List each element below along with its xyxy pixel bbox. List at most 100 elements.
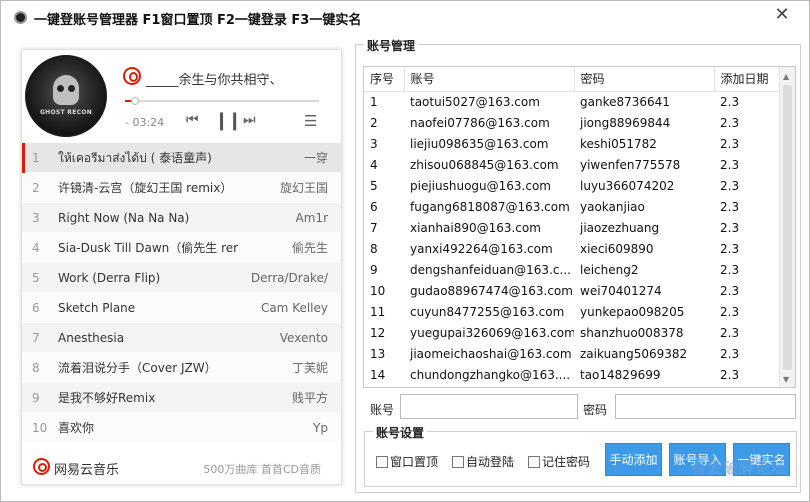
row-date: 2.3 [720,325,740,340]
table-row[interactable]: 12 yuegupai326069@163.com shanzhuo008378 2.… [364,322,780,343]
playlist-item[interactable]: 6 Sketch Plane Cam Kelley [22,293,341,323]
account-table-container: 序号 账号 密码 添加日期 1 taotui5027@163.com ganke87… [363,66,796,388]
checkbox-auto-login[interactable]: 自动登陆 [452,453,514,470]
account-input[interactable] [400,394,578,419]
row-account: zhisou068845@163.com [410,157,559,172]
progress-bar[interactable] [125,97,319,105]
playlist-item-artist: Vexento [279,331,328,345]
row-date: 2.3 [720,283,740,298]
row-date: 2.3 [720,262,740,277]
progress-knob[interactable] [130,97,139,105]
column-header-index[interactable]: 序号 [364,67,405,92]
row-account: taotui5027@163.com [410,94,540,109]
table-row[interactable]: 3 liejiu098635@163.com keshi051782 2.3 [364,133,780,154]
pause-icon[interactable]: ❙❙ [214,110,242,131]
row-date: 2.3 [720,94,740,109]
time-display: - 03:24 [125,116,165,129]
playlist-item-number: 7 [32,331,40,345]
table-row[interactable]: 11 cuyun8477255@163.com yunkepao098205 2.3 [364,301,780,322]
playlist-item[interactable]: 10 喜欢你 Yp [22,413,341,443]
playlist-item-title: Work (Derra Flip) [58,271,161,285]
playlist-item-artist: 丁芙妮 [291,361,328,375]
playlist-item[interactable]: 5 Work (Derra Flip) Derra/Drake/ [22,263,341,293]
album-cover: GHOST RECON [25,55,107,137]
table-row[interactable]: 13 jiaomeichaoshai@163.com zaikuang5069382… [364,343,780,364]
row-account: yuegupai326069@163.com [410,325,574,340]
table-row[interactable]: 7 xianhai890@163.com jiaozezhuang 2.3 [364,217,780,238]
prev-track-icon[interactable]: ⏮ [186,112,199,128]
playlist-item[interactable]: 7 Anesthesia Vexento [22,323,341,353]
playlist-item-artist: Derra/Drake/ [250,271,328,285]
row-index: 7 [370,220,378,235]
table-row[interactable]: 14 chundongzhangko@163.... tao14829699 2.3 [364,364,780,385]
table-row[interactable]: 5 piejiushuogu@163.com luyu366074202 2.3 [364,175,780,196]
brand-name[interactable]: 网易云音乐 [54,459,119,478]
next-track-icon[interactable]: ⏭ [243,112,256,128]
scroll-down-icon[interactable]: ▼ [783,375,789,384]
row-date: 2.3 [720,367,740,382]
app-window: 一键登账号管理器 F1窗口置顶 F2一键登录 F3一键实名 ✕ GHOST RE… [0,0,810,502]
playlist-item-number: 5 [32,271,40,285]
title-bar: 一键登账号管理器 F1窗口置顶 F2一键登录 F3一键实名 ✕ [1,1,809,31]
row-account: yanxi492264@163.com [410,241,553,256]
row-account: piejiushuogu@163.com [410,178,551,193]
playlist-item[interactable]: 9 是我不够好Remix 贱平方 [22,383,341,413]
song-title: _____余生与你共相守、 [146,73,283,88]
table-row[interactable]: 1 taotui5027@163.com ganke8736641 2.3 [364,91,780,112]
playlist-item-number: 4 [32,241,40,255]
row-index: 10 [370,283,386,298]
row-index: 2 [370,115,378,130]
row-password: wei70401274 [580,283,662,298]
table-scrollbar[interactable]: ▲ ▼ [779,67,795,387]
playlist-item-number: 3 [32,211,40,225]
scroll-thumb[interactable] [783,85,792,370]
table-row[interactable]: 4 zhisou068845@163.com yiwenfen775578 2.3 [364,154,780,175]
playlist-item-number: 1 [32,151,40,165]
row-account: liejiu098635@163.com [410,136,549,151]
row-date: 2.3 [720,304,740,319]
playlist-item[interactable]: 8 流着泪说分手（Cover JZW） 丁芙妮 [22,353,341,383]
playlist: 1 ให้เคอรีมาส่งได้บ่ ( 泰语童声) 一穿 2 许镜清-云宫（旋幻王… [22,143,341,443]
playlist-item[interactable]: 3 Right Now (Na Na Na) Am1r [22,203,341,233]
checkbox-box[interactable] [528,456,540,468]
column-header-account[interactable]: 账号 [404,67,575,92]
row-date: 2.3 [720,220,740,235]
row-date: 2.3 [720,157,740,172]
column-header-password[interactable]: 密码 [574,67,715,92]
row-account: xianhai890@163.com [410,220,541,235]
scroll-up-icon[interactable]: ▲ [783,72,789,81]
table-header-row: 序号 账号 密码 添加日期 [364,67,781,92]
playlist-icon[interactable]: ☰ [304,112,317,130]
checkbox-window-top[interactable]: 窗口置顶 [376,453,438,470]
playlist-item-artist: 偷先生 [291,241,328,255]
checkbox-box[interactable] [376,456,388,468]
playlist-item[interactable]: 2 许镜清-云宫（旋幻王国 remix） 旋幻王国 [22,173,341,203]
row-index: 11 [370,304,386,319]
row-password: keshi051782 [580,136,657,151]
row-password: shanzhuo008378 [580,325,684,340]
column-header-date[interactable]: 添加日期 [714,67,781,92]
playlist-item-artist: Am1r [295,211,328,225]
app-logo-icon [14,11,27,24]
table-row[interactable]: 9 dengshanfeiduan@163.c... leicheng2 2.3 [364,259,780,280]
table-row[interactable]: 2 naofei07786@163.com jiong88969844 2.3 [364,112,780,133]
playlist-item-title: 许镜清-云宫（旋幻王国 remix） [58,181,233,195]
playlist-item-number: 2 [32,181,40,195]
table-row[interactable]: 10 gudao88967474@163.com wei70401274 2.3 [364,280,780,301]
close-button[interactable]: ✕ [772,5,792,25]
playlist-item-title: Right Now (Na Na Na) [58,211,190,225]
row-index: 4 [370,157,378,172]
manual-add-button[interactable]: 手动添加 [605,443,662,476]
row-index: 1 [370,94,378,109]
playlist-item[interactable]: 4 Sia-Dusk Till Dawn（偷先生 rer 偷先生 [22,233,341,263]
playlist-item[interactable]: 1 ให้เคอรีมาส่งได้บ่ ( 泰语童声) 一穿 [22,143,341,173]
table-row[interactable]: 8 yanxi492264@163.com xieci609890 2.3 [364,238,780,259]
playlist-item-title: 流着泪说分手（Cover JZW） [58,361,217,375]
row-password: jiaozezhuang [580,220,660,235]
checkbox-label: 窗口置顶 [390,455,439,469]
table-row[interactable]: 6 fugang6818087@163.com yaokanjiao 2.3 [364,196,780,217]
account-management-title: 账号管理 [364,37,419,54]
checkbox-box[interactable] [452,456,464,468]
password-input[interactable] [615,394,796,419]
checkbox-remember-password[interactable]: 记住密码 [528,453,590,470]
